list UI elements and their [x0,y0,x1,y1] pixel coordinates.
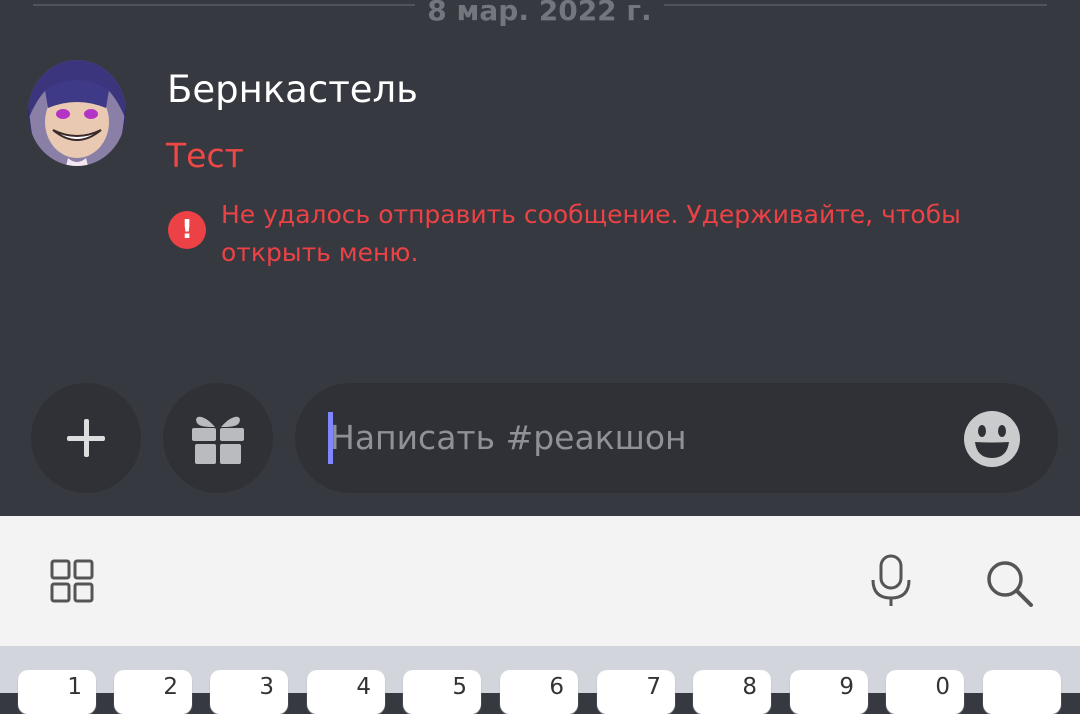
key-label: 3 [259,674,274,700]
key-extra[interactable] [983,670,1061,714]
emoji-icon [964,411,1020,467]
key-7[interactable]: 7 [597,670,675,714]
key-8[interactable]: 8 [693,670,771,714]
add-attachment-button[interactable] [31,383,141,493]
key-label: 4 [356,674,371,700]
key-9[interactable]: 9 [790,670,868,714]
gift-button[interactable] [163,383,273,493]
key-6[interactable]: 6 [500,670,578,714]
key-label: 8 [742,674,757,700]
key-3[interactable]: 3 [210,670,288,714]
keyboard-number-row: 1 2 3 4 5 6 7 8 9 0 [0,646,1080,714]
key-label: 1 [67,674,82,700]
message-author[interactable]: Бернкастель [167,68,418,111]
divider-line [33,4,415,6]
key-0[interactable]: 0 [886,670,964,714]
key-5[interactable]: 5 [403,670,481,714]
key-2[interactable]: 2 [114,670,192,714]
message-input-placeholder: Написать #реакшон [330,418,687,457]
emoji-button[interactable] [963,410,1021,468]
date-divider: 8 мар. 2022 г. [0,0,1080,30]
microphone-icon[interactable] [866,554,916,608]
key-label: 0 [935,674,950,700]
chat-area: 8 мар. 2022 г. Бернкастель Тест ! Не уда… [0,0,1080,516]
divider-line [664,4,1047,6]
key-label: 5 [452,674,467,700]
key-label: 6 [549,674,564,700]
search-icon[interactable] [984,558,1034,608]
key-label: 9 [839,674,854,700]
gift-icon [192,416,244,464]
keyboard-toolbar [0,516,1080,646]
plus-icon [84,419,89,457]
grid-icon[interactable] [50,559,94,603]
key-4[interactable]: 4 [307,670,385,714]
message-input[interactable]: Написать #реакшон [295,383,1058,493]
key-label: 2 [163,674,178,700]
avatar[interactable] [28,60,126,166]
key-1[interactable]: 1 [18,670,96,714]
message-text[interactable]: Тест [166,136,244,175]
error-message[interactable]: Не удалось отправить сообщение. Удержива… [221,196,1001,272]
date-label: 8 мар. 2022 г. [427,0,652,27]
error-icon: ! [168,211,206,249]
key-label: 7 [646,674,661,700]
